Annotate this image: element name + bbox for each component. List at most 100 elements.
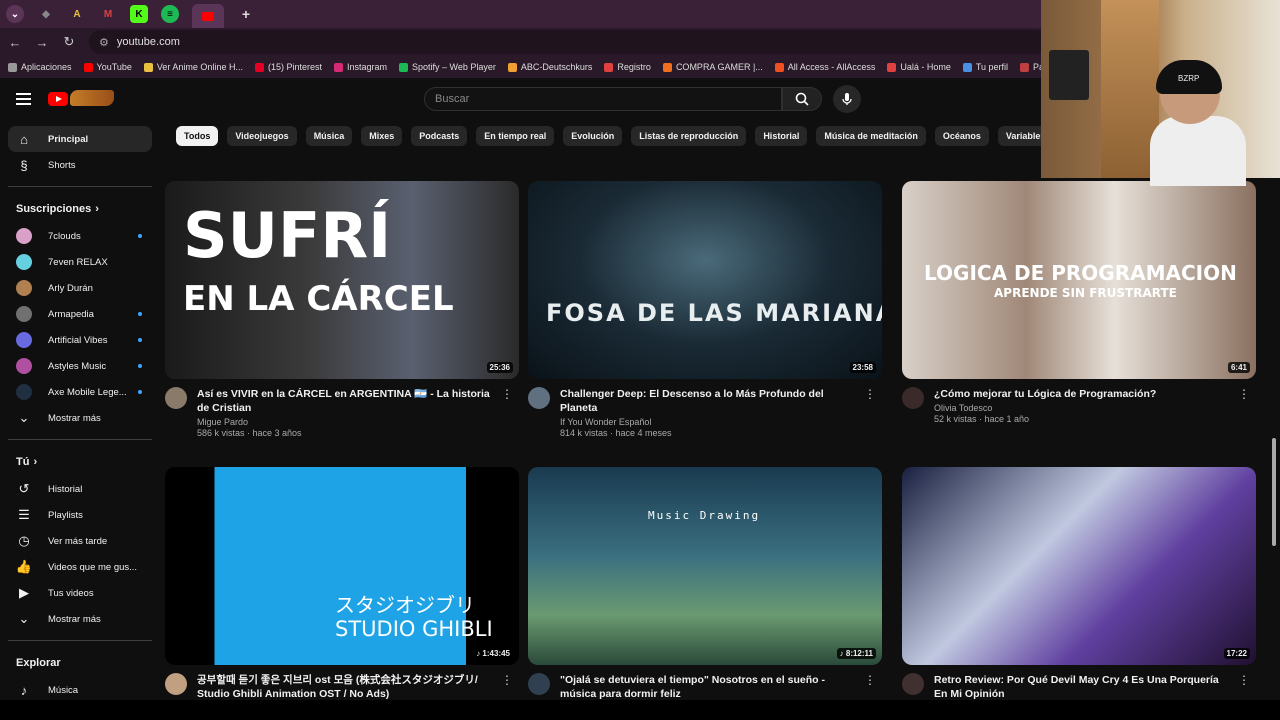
bookmark-item[interactable]: COMPRA GAMER |... — [662, 62, 763, 72]
sidebar-item-shorts[interactable]: § Shorts — [8, 152, 152, 178]
reload-icon[interactable]: ↻ — [57, 34, 81, 50]
video-card[interactable]: LOGICA DE PROGRAMACION APRENDE SIN FRUSTR… — [902, 181, 1256, 424]
new-tab-button[interactable]: + — [237, 5, 255, 23]
back-icon[interactable]: ← — [3, 35, 27, 50]
video-title[interactable]: Challenger Deep: El Descenso a lo Más Pr… — [560, 387, 860, 415]
chip-8[interactable]: Historial — [755, 126, 808, 146]
video-card[interactable]: SUFRÍ EN LA CÁRCEL 25:36 Así es VIVIR en la… — [165, 181, 519, 438]
more-actions-icon[interactable]: ⋮ — [1238, 387, 1250, 424]
search-input[interactable]: Buscar — [424, 87, 782, 111]
bookmark-item[interactable]: All Access - AllAccess — [774, 62, 875, 72]
youtube-logo[interactable] — [48, 92, 68, 106]
voice-search-button[interactable] — [833, 85, 861, 113]
bookmark-item[interactable]: (15) Pinterest — [254, 62, 322, 72]
kick-tab-icon[interactable]: K — [130, 5, 148, 23]
chip-3[interactable]: Mixes — [361, 126, 403, 146]
video-title[interactable]: "Ojalá se detuviera el tiempo" Nosotros … — [560, 673, 860, 701]
channel-name[interactable]: If You Wonder Español — [560, 417, 860, 427]
show-more-subscriptions[interactable]: ⌄ Mostrar más — [8, 405, 152, 431]
site-info-icon[interactable]: ⚙ — [99, 36, 109, 49]
sidebar-item-subscription[interactable]: Armapedia — [8, 301, 152, 327]
sidebar-item-subscription[interactable]: Astyles Music — [8, 353, 152, 379]
chevron-down-icon[interactable]: ⌄ — [6, 5, 24, 23]
chip-0[interactable]: Todos — [176, 126, 219, 146]
channel-avatar[interactable] — [902, 673, 924, 695]
more-actions-icon[interactable]: ⋮ — [864, 673, 876, 703]
sidebar-item-music[interactable]: ♪ Música — [8, 677, 152, 700]
chip-4[interactable]: Podcasts — [411, 126, 468, 146]
chip-5[interactable]: En tiempo real — [476, 126, 555, 146]
sidebar-item-subscription[interactable]: Arly Durán — [8, 275, 152, 301]
sidebar-item-subscription[interactable]: Axe Mobile Lege... — [8, 379, 152, 405]
chip-11[interactable]: Variables (Mat — [997, 126, 1046, 146]
search-button[interactable] — [782, 87, 822, 111]
video-title[interactable]: ¿Cómo mejorar tu Lógica de Programación? — [934, 387, 1234, 401]
video-card[interactable]: FOSA DE LAS MARIANAS 23:58 Challenger Deep… — [528, 181, 882, 438]
video-card[interactable]: スタジオジブリ STUDIO GHIBLI ♪ 1:43:45 공부할때 듣기 좋은 … — [165, 467, 519, 703]
chip-9[interactable]: Música de meditación — [816, 126, 926, 146]
video-thumbnail[interactable]: SUFRÍ EN LA CÁRCEL 25:36 — [165, 181, 519, 379]
channel-avatar[interactable] — [528, 387, 550, 409]
more-actions-icon[interactable]: ⋮ — [501, 387, 513, 438]
channel-avatar[interactable] — [902, 387, 924, 409]
url-field[interactable]: ⚙ youtube.com — [89, 30, 1049, 54]
sidebar-item-history[interactable]: ↺ Historial — [8, 476, 152, 502]
channel-name[interactable]: Olivia Todesco — [934, 403, 1234, 413]
channel-name[interactable]: Migue Pardo — [197, 417, 497, 427]
video-thumbnail[interactable]: スタジオジブリ STUDIO GHIBLI ♪ 1:43:45 — [165, 467, 519, 665]
sidebar-item-like[interactable]: 👍 Videos que me gus... — [8, 554, 152, 580]
video-title[interactable]: 공부할때 듣기 좋은 지브리 ost 모음 (株式会社スタジオジブリ/ Stud… — [197, 673, 497, 701]
more-actions-icon[interactable]: ⋮ — [864, 387, 876, 438]
tab-icon[interactable]: ◆ — [37, 5, 55, 23]
chip-2[interactable]: Música — [305, 126, 353, 146]
video-card[interactable]: Music Drawing ♪ 8:12:11 "Ojalá se detuvier… — [528, 467, 882, 703]
chip-10[interactable]: Océanos — [934, 126, 989, 146]
bookmark-item[interactable]: Tu perfil — [962, 62, 1009, 72]
page-scrollbar[interactable] — [1272, 438, 1276, 546]
gmail-tab-icon[interactable]: M — [99, 5, 117, 23]
bookmark-label: Tu perfil — [975, 62, 1009, 72]
forward-icon[interactable]: → — [30, 35, 54, 50]
channel-avatar[interactable] — [528, 673, 550, 695]
video-thumbnail[interactable]: FOSA DE LAS MARIANAS 23:58 — [528, 181, 882, 379]
sidebar-item-watch-later[interactable]: ◷ Ver más tarde — [8, 528, 152, 554]
video-card[interactable]: 17:22 Retro Review: Por Qué Devil May Cry… — [902, 467, 1256, 703]
chip-1[interactable]: Videojuegos — [227, 126, 297, 146]
bookmark-item[interactable]: Instagram — [333, 62, 387, 72]
url-text: youtube.com — [116, 36, 180, 48]
show-more-you[interactable]: ⌄ Mostrar más — [8, 606, 152, 632]
video-title[interactable]: Así es VIVIR en la CÁRCEL en ARGENTINA 🇦… — [197, 387, 497, 415]
channel-avatar[interactable] — [165, 673, 187, 695]
spotify-tab-icon[interactable]: ≡ — [161, 5, 179, 23]
doodle-logo[interactable] — [70, 90, 114, 106]
sidebar-item-subscription[interactable]: 7clouds — [8, 223, 152, 249]
bookmark-item[interactable]: ABC-Deutschkurs — [507, 62, 592, 72]
bookmark-item[interactable]: Registro — [604, 62, 651, 72]
sidebar-item-your-videos[interactable]: ▶ Tus videos — [8, 580, 152, 606]
video-thumbnail[interactable]: Music Drawing ♪ 8:12:11 — [528, 467, 882, 665]
bookmark-item[interactable]: Ualá - Home — [887, 62, 951, 72]
sidebar-item-home[interactable]: ⌂ Principal — [8, 126, 152, 152]
chip-7[interactable]: Listas de reproducción — [631, 126, 747, 146]
sidebar-item-subscription[interactable]: 7even RELAX — [8, 249, 152, 275]
more-actions-icon[interactable]: ⋮ — [1238, 673, 1250, 703]
more-actions-icon[interactable]: ⋮ — [501, 673, 513, 703]
you-heading[interactable]: Tú › — [0, 448, 160, 476]
bookmark-item[interactable]: Aplicaciones — [8, 62, 72, 72]
video-duration: 6:41 — [1227, 362, 1250, 373]
sidebar-item-playlists[interactable]: ☰ Playlists — [8, 502, 152, 528]
channel-avatar[interactable] — [165, 387, 187, 409]
chip-6[interactable]: Evolución — [563, 126, 623, 146]
subscriptions-heading[interactable]: Suscripciones › — [0, 195, 160, 223]
video-thumbnail[interactable]: 17:22 — [902, 467, 1256, 665]
bookmark-item[interactable]: YouTube — [83, 62, 132, 72]
video-thumbnail[interactable]: LOGICA DE PROGRAMACION APRENDE SIN FRUSTR… — [902, 181, 1256, 379]
anime-tab-icon[interactable]: A — [68, 5, 86, 23]
video-title[interactable]: Retro Review: Por Qué Devil May Cry 4 Es… — [934, 673, 1234, 701]
sidebar-item-subscription[interactable]: Artificial Vibes — [8, 327, 152, 353]
video-info: 공부할때 듣기 좋은 지브리 ost 모음 (株式会社スタジオジブリ/ Stud… — [197, 673, 497, 703]
menu-icon[interactable] — [16, 93, 31, 105]
bookmark-item[interactable]: Ver Anime Online H... — [143, 62, 243, 72]
bookmark-item[interactable]: Spotify – Web Player — [399, 62, 496, 72]
youtube-tab-icon[interactable] — [192, 4, 224, 28]
